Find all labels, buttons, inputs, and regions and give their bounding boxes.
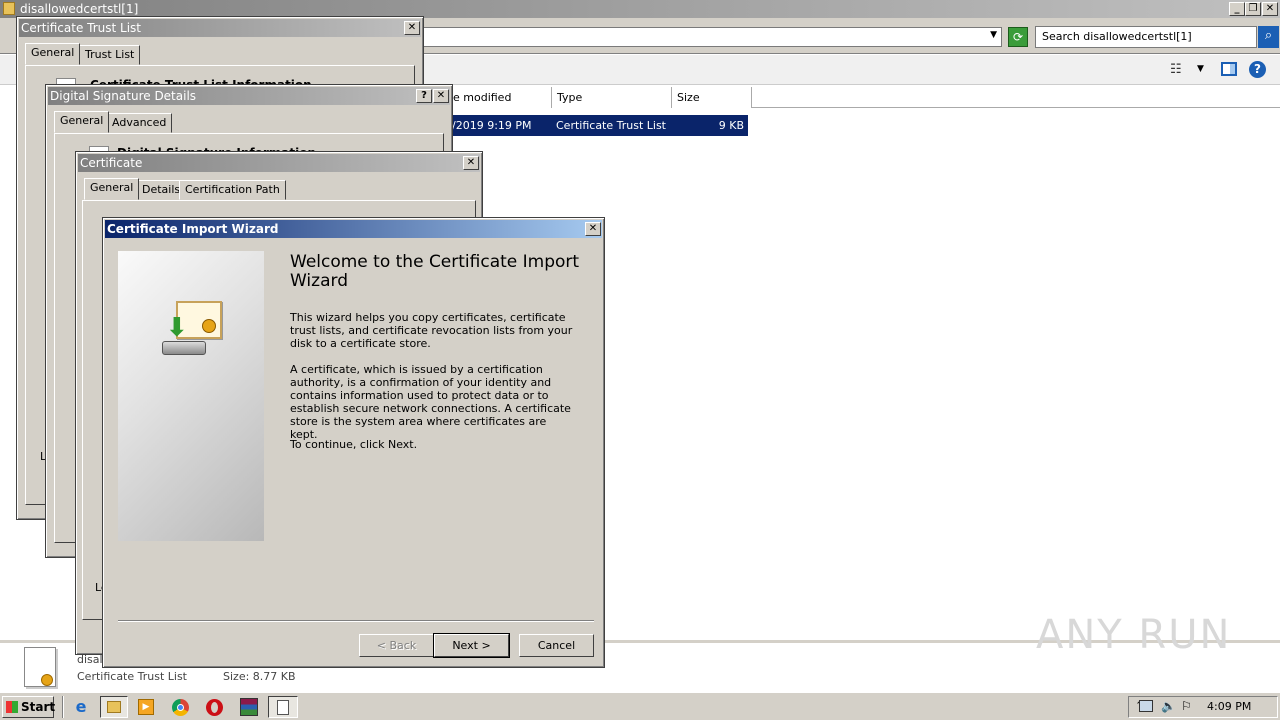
search-input[interactable]: Search disallowedcertstl[1]: [1035, 26, 1257, 48]
tab-general[interactable]: General: [25, 43, 81, 65]
wizard-titlebar: Certificate Import Wizard: [105, 220, 602, 238]
chrome-center-icon: [177, 704, 184, 711]
wizard-paragraph-1: This wizard helps you copy certificates,…: [290, 311, 573, 350]
ctl-close-button[interactable]: ✕: [404, 21, 420, 35]
seal-icon: [202, 319, 216, 333]
address-bar[interactable]: ▼: [420, 27, 1002, 47]
wizard-side-panel: ⬇: [118, 251, 264, 541]
folder-icon: [3, 2, 15, 15]
tab-trust-list[interactable]: Trust List: [79, 45, 141, 65]
winrar-icon[interactable]: [240, 698, 258, 716]
explorer-taskbar-icon[interactable]: [100, 696, 128, 718]
document-taskbar-button[interactable]: [268, 696, 298, 718]
column-header-fill: [752, 87, 1280, 108]
signature-close-button[interactable]: ✕: [433, 89, 449, 103]
signature-help-button[interactable]: ?: [416, 89, 432, 103]
internet-explorer-icon[interactable]: e: [72, 698, 90, 716]
quicklaunch-separator: [62, 696, 64, 718]
column-header-type[interactable]: Type: [552, 87, 672, 108]
opera-ring-icon: [211, 702, 218, 713]
windows-logo-icon: [6, 701, 18, 713]
row-date: /2019 9:19 PM: [452, 119, 532, 132]
details-size: Size: 8.77 KB: [223, 670, 296, 683]
column-header-date-modified[interactable]: e modified: [448, 87, 552, 108]
import-wizard-dialog: Certificate Import Wizard ✕ ⬇ Welcome to…: [102, 217, 605, 668]
tab-general[interactable]: General: [84, 178, 140, 200]
restore-button[interactable]: ❐: [1245, 2, 1261, 16]
tab-certification-path[interactable]: Certification Path: [179, 180, 286, 200]
file-icon: [24, 647, 56, 687]
table-row[interactable]: /2019 9:19 PM Certificate Trust List 9 K…: [448, 115, 748, 136]
certificate-title: Certificate: [80, 156, 143, 170]
start-button[interactable]: Start: [2, 696, 56, 718]
tab-general[interactable]: General: [54, 111, 110, 133]
network-icon[interactable]: [1139, 700, 1153, 712]
search-icon[interactable]: ⌕: [1258, 26, 1279, 48]
green-arrow-icon: ⬇: [166, 313, 188, 343]
ribbon-icon: [41, 674, 53, 686]
volume-icon[interactable]: 🔈: [1161, 699, 1176, 713]
preview-pane-icon[interactable]: [1221, 62, 1237, 76]
document-icon: [277, 700, 289, 715]
wizard-paragraph-2: A certificate, which is issued by a cert…: [290, 363, 571, 441]
ctl-title: Certificate Trust List: [21, 21, 141, 35]
chrome-icon[interactable]: [172, 699, 189, 716]
row-type: Certificate Trust List: [556, 119, 666, 132]
cancel-button[interactable]: Cancel: [519, 634, 594, 657]
wizard-close-button[interactable]: ✕: [585, 222, 601, 236]
opera-icon[interactable]: [206, 699, 223, 716]
column-header-size[interactable]: Size: [672, 87, 752, 108]
close-explorer-button[interactable]: ✕: [1262, 2, 1278, 16]
tab-advanced[interactable]: Advanced: [106, 113, 173, 133]
wizard-paragraph-3: To continue, click Next.: [290, 438, 418, 451]
refresh-icon[interactable]: ⟳: [1008, 27, 1028, 47]
certificate-install-icon: ⬇: [160, 301, 226, 363]
explorer-title: disallowedcertstl[1]: [20, 2, 139, 16]
view-options-icon[interactable]: ☷: [1170, 62, 1182, 77]
help-icon[interactable]: ?: [1249, 61, 1266, 78]
details-type: Certificate Trust List: [77, 670, 187, 683]
ctl-titlebar: Certificate Trust List: [19, 19, 421, 37]
back-button[interactable]: < Back: [359, 634, 434, 657]
minimize-button[interactable]: _: [1229, 2, 1245, 16]
certificate-titlebar: Certificate: [78, 154, 480, 172]
next-button[interactable]: Next >: [433, 633, 510, 658]
watermark: ANY RUN: [1036, 612, 1232, 658]
wizard-separator: [118, 620, 594, 622]
action-center-flag-icon[interactable]: ⚐: [1181, 699, 1192, 713]
signature-titlebar: Digital Signature Details: [48, 87, 450, 105]
clock[interactable]: 4:09 PM: [1207, 700, 1251, 713]
signature-title: Digital Signature Details: [50, 89, 197, 103]
folder-icon: [107, 701, 121, 713]
view-dropdown-icon[interactable]: ▼: [1197, 64, 1204, 74]
start-label: Start: [21, 700, 56, 714]
wizard-heading: Welcome to the Certificate Import Wizard: [290, 252, 580, 291]
system-tray: ⌃ 🔈 ⚐ 4:09 PM: [1128, 696, 1278, 718]
chevron-down-icon[interactable]: ▼: [990, 30, 997, 40]
media-player-icon[interactable]: ▶: [138, 699, 154, 715]
wizard-title: Certificate Import Wizard: [107, 222, 279, 236]
taskbar: Start e ▶ ⌃ 🔈 ⚐ 4:09 PM: [0, 692, 1280, 720]
certificate-close-button[interactable]: ✕: [463, 156, 479, 170]
drive-icon: [162, 341, 206, 355]
row-size: 9 KB: [718, 119, 744, 132]
